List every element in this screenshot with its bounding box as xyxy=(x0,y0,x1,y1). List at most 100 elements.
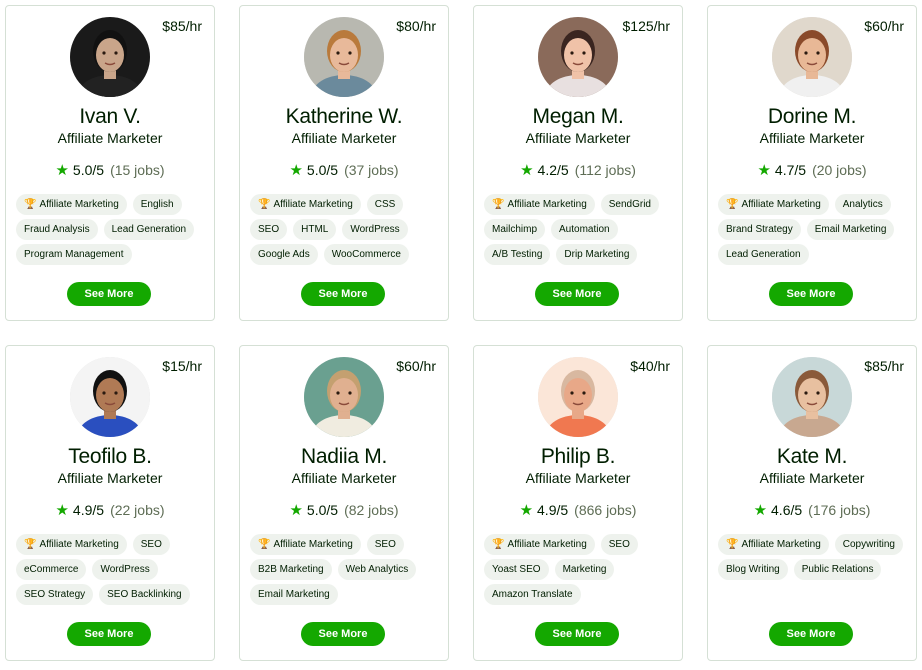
skill-chip[interactable]: Fraud Analysis xyxy=(16,219,98,240)
skill-chip[interactable]: SEO Backlinking xyxy=(99,584,190,605)
freelancer-name[interactable]: Megan M. xyxy=(474,105,682,129)
skill-chip[interactable]: Web Analytics xyxy=(337,559,417,580)
skill-chip[interactable]: Brand Strategy xyxy=(718,219,801,240)
freelancer-name[interactable]: Kate M. xyxy=(708,445,916,469)
skill-chip[interactable]: SEO xyxy=(366,534,404,555)
skill-chip[interactable]: WordPress xyxy=(342,219,408,240)
job-count: (866 jobs) xyxy=(574,502,637,518)
see-more-button[interactable]: See More xyxy=(67,282,151,306)
skill-chip[interactable]: Public Relations xyxy=(793,559,882,580)
job-count: (22 jobs) xyxy=(110,502,165,518)
see-more-button[interactable]: See More xyxy=(769,622,853,646)
skill-label: Marketing xyxy=(562,564,607,575)
skill-chip[interactable]: SEO xyxy=(132,534,170,555)
skill-chip[interactable]: A/B Testing xyxy=(484,244,551,265)
rating-row: ★ 5.0/5 (15 jobs) xyxy=(6,161,214,179)
freelancer-card[interactable]: $85/hr Ivan V. Affiliate Marketer ★ 5.0/5… xyxy=(5,5,215,321)
skill-chip[interactable]: 🏆 Affiliate Marketing xyxy=(718,534,829,555)
rating-score: 5.0/5 xyxy=(306,162,339,178)
skill-chip[interactable]: 🏆 Affiliate Marketing xyxy=(250,534,361,555)
freelancer-card[interactable]: $40/hr Philip B. Affiliate Marketer ★ 4.9… xyxy=(473,345,683,661)
skills-list: 🏆 Affiliate Marketing SEO eCommerce WordPres… xyxy=(16,534,208,605)
skill-chip[interactable]: English xyxy=(132,194,182,215)
rating-row: ★ 4.9/5 (22 jobs) xyxy=(6,501,214,519)
skill-chip[interactable]: 🏆 Affiliate Marketing xyxy=(484,194,595,215)
freelancer-card[interactable]: $60/hr Dorine M. Affiliate Marketer ★ 4.7… xyxy=(707,5,917,321)
skill-chip[interactable]: Email Marketing xyxy=(806,219,895,240)
see-more-button[interactable]: See More xyxy=(535,622,619,646)
skill-label: WordPress xyxy=(350,224,400,235)
freelancer-title: Affiliate Marketer xyxy=(759,470,865,486)
freelancer-name[interactable]: Ivan V. xyxy=(6,105,214,129)
skill-chip[interactable]: WordPress xyxy=(92,559,158,580)
avatar[interactable] xyxy=(538,357,618,437)
freelancer-name[interactable]: Katherine W. xyxy=(240,105,448,129)
skill-chip[interactable]: Yoast SEO xyxy=(484,559,549,580)
skill-chip[interactable]: Amazon Translate xyxy=(484,584,581,605)
freelancer-card[interactable]: $85/hr Kate M. Affiliate Marketer ★ 4.6/5… xyxy=(707,345,917,661)
see-more-button[interactable]: See More xyxy=(301,282,385,306)
skill-chip[interactable]: eCommerce xyxy=(16,559,87,580)
freelancer-name[interactable]: Philip B. xyxy=(474,445,682,469)
skill-label: SEO xyxy=(374,539,396,550)
freelancer-name[interactable]: Dorine M. xyxy=(708,105,916,129)
skill-chip[interactable]: Email Marketing xyxy=(250,584,338,605)
skill-chip[interactable]: Program Management xyxy=(16,244,132,265)
freelancer-card[interactable]: $60/hr Nadiia M. Affiliate Marketer ★ 5.0… xyxy=(239,345,449,661)
freelancer-card[interactable]: $15/hr Teofilo B. Affiliate Marketer ★ 4.… xyxy=(5,345,215,661)
skill-chip[interactable]: Copywriting xyxy=(834,534,903,555)
star-icon: ★ xyxy=(55,162,69,179)
avatar[interactable] xyxy=(70,357,150,437)
see-more-button[interactable]: See More xyxy=(67,622,151,646)
avatar[interactable] xyxy=(304,357,384,437)
skill-label: Affiliate Marketing xyxy=(273,199,353,210)
see-more-button[interactable]: See More xyxy=(301,622,385,646)
skill-chip[interactable]: Google Ads xyxy=(250,244,318,265)
job-count: (15 jobs) xyxy=(110,162,165,178)
skill-chip[interactable]: SEO xyxy=(600,534,638,555)
skill-chip[interactable]: SEO xyxy=(250,219,288,240)
freelancer-card[interactable]: $80/hr Katherine W. Affiliate Marketer ★… xyxy=(239,5,449,321)
skill-chip[interactable]: 🏆 Affiliate Marketing xyxy=(718,194,829,215)
skill-chip[interactable]: Automation xyxy=(551,219,618,240)
skill-chip[interactable]: Drip Marketing xyxy=(556,244,638,265)
skill-chip[interactable]: 🏆 Affiliate Marketing xyxy=(16,194,127,215)
skill-chip[interactable]: B2B Marketing xyxy=(250,559,332,580)
freelancer-name[interactable]: Teofilo B. xyxy=(6,445,214,469)
skill-label: Affiliate Marketing xyxy=(273,539,353,550)
skill-chip[interactable]: Blog Writing xyxy=(718,559,788,580)
skill-label: Affiliate Marketing xyxy=(741,199,821,210)
skill-chip[interactable]: Lead Generation xyxy=(103,219,195,240)
skill-chip[interactable]: Lead Generation xyxy=(718,244,809,265)
skill-label: WooCommerce xyxy=(331,249,401,260)
skill-label: Automation xyxy=(559,224,610,235)
skill-chip[interactable]: 🏆 Affiliate Marketing xyxy=(16,534,127,555)
star-icon: ★ xyxy=(753,502,768,519)
skill-chip[interactable]: Marketing xyxy=(554,559,615,580)
skill-chip[interactable]: HTML xyxy=(293,219,337,240)
see-more-button[interactable]: See More xyxy=(535,282,619,306)
skill-chip[interactable]: SendGrid xyxy=(600,194,659,215)
hourly-rate: $80/hr xyxy=(396,18,436,34)
avatar[interactable] xyxy=(70,17,150,97)
avatar[interactable] xyxy=(772,17,852,97)
see-more-button[interactable]: See More xyxy=(769,282,853,306)
freelancer-name[interactable]: Nadiia M. xyxy=(240,445,448,469)
skill-chip[interactable]: CSS xyxy=(366,194,404,215)
star-icon: ★ xyxy=(519,502,534,519)
skill-chip[interactable]: 🏆 Affiliate Marketing xyxy=(484,534,595,555)
skill-chip[interactable]: Mailchimp xyxy=(484,219,546,240)
avatar[interactable] xyxy=(304,17,384,97)
skill-label: A/B Testing xyxy=(492,249,543,260)
hourly-rate: $60/hr xyxy=(396,358,436,374)
skill-label: CSS xyxy=(374,199,396,210)
skill-chip[interactable]: 🏆 Affiliate Marketing xyxy=(250,194,361,215)
rating-row: ★ 4.2/5 (112 jobs) xyxy=(474,161,682,179)
avatar[interactable] xyxy=(538,17,618,97)
freelancer-card[interactable]: $125/hr Megan M. Affiliate Marketer ★ 4.2… xyxy=(473,5,683,321)
skill-chip[interactable]: SEO Strategy xyxy=(16,584,94,605)
skill-chip[interactable]: Analytics xyxy=(834,194,891,215)
skill-label: Affiliate Marketing xyxy=(39,199,119,210)
avatar[interactable] xyxy=(772,357,852,437)
skill-chip[interactable]: WooCommerce xyxy=(323,244,409,265)
